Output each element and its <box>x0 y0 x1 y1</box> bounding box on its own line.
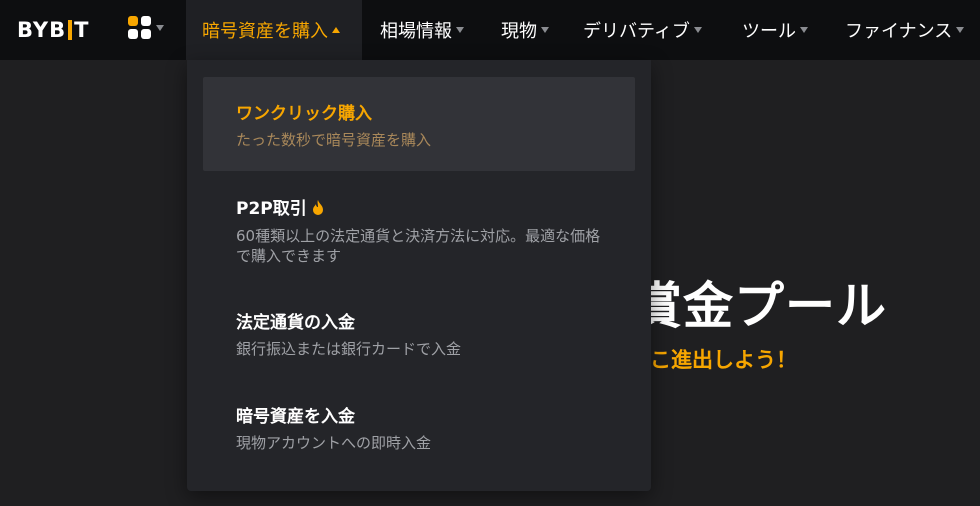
logo-accent-bar <box>68 20 73 40</box>
nav-item-label: ツール <box>742 21 796 42</box>
page: 賞金プール こ進出しよう！ BYB T 暗号資産を購入 相場情報 現物 デリバティ… <box>0 0 980 506</box>
nav-item-finance[interactable]: ファイナンス <box>845 0 965 60</box>
chevron-down-icon <box>156 25 164 31</box>
chevron-down-icon <box>693 27 702 33</box>
nav-item-label: 現物 <box>501 21 537 42</box>
menu-item-desc: たった数秒で暗号資産を購入 <box>236 131 432 149</box>
menu-item-title: 法定通貨の入金 <box>236 313 355 333</box>
chevron-down-icon <box>456 27 464 33</box>
logo-text-left: BYB <box>17 18 67 42</box>
menu-item-desc: 60種類以上の法定通貨と決済方法に対応。最適な価格で購入できます <box>236 227 601 265</box>
nav-item-derivatives[interactable]: デリバティブ <box>583 0 702 60</box>
menu-item-one-click-buy[interactable]: ワンクリック購入 たった数秒で暗号資産を購入 <box>203 77 635 171</box>
menu-item-title: ワンクリック購入 <box>236 104 372 124</box>
hero-title: 賞金プール <box>632 277 887 335</box>
chevron-down-icon <box>541 27 549 33</box>
menu-item-crypto-deposit[interactable]: 暗号資産を入金 現物アカウントへの即時入金 <box>203 390 635 466</box>
nav-item-label: ファイナンス <box>845 21 953 42</box>
menu-item-desc: 銀行振込または銀行カードで入金 <box>236 340 462 358</box>
menu-item-title-row: P2P取引 <box>236 194 325 219</box>
menu-item-title: 暗号資産を入金 <box>236 407 355 427</box>
menu-item-p2p[interactable]: P2P取引 60種類以上の法定通貨と決済方法に対応。最適な価格で購入できます <box>203 180 635 280</box>
nav-item-tools[interactable]: ツール <box>742 0 808 60</box>
bybit-logo[interactable]: BYB T <box>17 18 89 42</box>
apps-grid-icon <box>128 15 152 41</box>
nav-item-spot[interactable]: 現物 <box>501 0 549 60</box>
menu-item-desc: 現物アカウントへの即時入金 <box>236 434 432 452</box>
chevron-down-icon <box>800 27 808 33</box>
nav-item-label: デリバティブ <box>583 21 690 42</box>
nav-item-buy-crypto[interactable]: 暗号資産を購入 <box>186 0 362 60</box>
nav-item-label: 暗号資産を購入 <box>202 21 328 42</box>
top-navbar: BYB T 暗号資産を購入 相場情報 現物 デリバティブ ツール ファイナンス <box>0 0 980 60</box>
nav-item-markets[interactable]: 相場情報 <box>380 0 464 60</box>
logo-text-right: T <box>74 18 90 42</box>
apps-menu-button[interactable] <box>128 15 164 41</box>
chevron-down-icon <box>956 27 965 33</box>
buy-crypto-dropdown: ワンクリック購入 たった数秒で暗号資産を購入 P2P取引 60種類以上の法定通貨… <box>187 60 651 491</box>
hero-subtitle: こ進出しよう！ <box>650 348 797 372</box>
chevron-up-icon <box>332 27 340 33</box>
menu-item-fiat-deposit[interactable]: 法定通貨の入金 銀行振込または銀行カードで入金 <box>203 295 635 371</box>
nav-item-label: 相場情報 <box>380 21 452 42</box>
menu-item-title: P2P取引 <box>236 199 307 219</box>
fire-icon <box>312 200 323 215</box>
